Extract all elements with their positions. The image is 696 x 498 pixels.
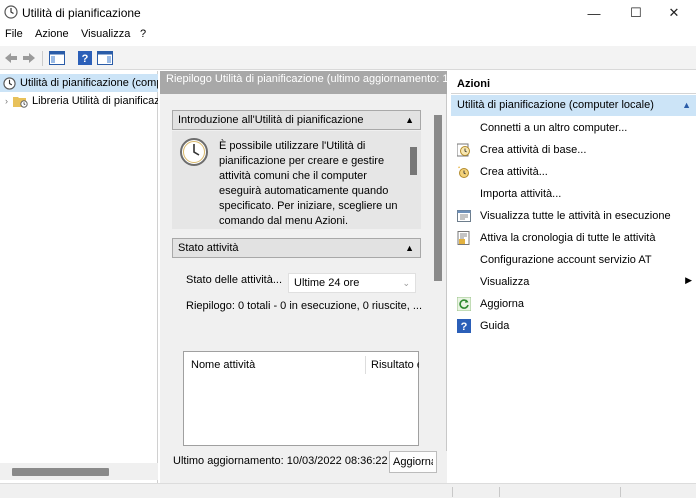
action-label: Connetti a un altro computer... (480, 122, 628, 134)
submenu-arrow-icon: ▶ (685, 275, 692, 285)
action-label: Attiva la cronologia di tutte le attivit… (480, 232, 656, 244)
action-label: Crea attività di base... (480, 144, 587, 156)
action-refresh[interactable]: Aggiorna (451, 293, 696, 315)
action-help[interactable]: ? Guida (451, 315, 696, 337)
action-view-running[interactable]: Visualizza tutte le attività in esecuzio… (451, 205, 696, 227)
summary-pane: Riepilogo Utilità di pianificazione (ult… (160, 71, 447, 483)
actions-group-label: Utilità di pianificazione (computer loca… (457, 99, 654, 111)
status-divider (620, 487, 621, 497)
state-summary: Riepilogo: 0 totali - 0 in esecuzione, 0… (186, 300, 423, 312)
column-divider[interactable] (365, 356, 366, 374)
summary-header: Riepilogo Utilità di pianificazione (ult… (160, 71, 447, 94)
tree-horizontal-scrollbar[interactable] (0, 463, 158, 480)
toolbar-separator (42, 51, 43, 66)
toolbar: ? (0, 46, 696, 70)
state-section-header[interactable]: Stato attività ▲ (172, 238, 421, 258)
state-filter-value: Ultime 24 ore (294, 277, 360, 289)
title-bar: Utilità di pianificazione — ☐ ✕ (0, 0, 696, 26)
show-hide-tree-icon[interactable] (48, 49, 66, 67)
help-icon: ? (456, 318, 472, 334)
tree-library-label: Libreria Utilità di pianificazione (32, 95, 158, 107)
minimize-button[interactable]: — (572, 0, 616, 26)
action-label: Visualizza (480, 276, 530, 288)
folder-clock-icon (13, 95, 28, 108)
action-label: Importa attività... (480, 188, 562, 200)
collapse-arrow-icon[interactable]: ▲ (405, 111, 414, 129)
menu-help[interactable]: ? (140, 28, 146, 40)
tree-item-library[interactable]: › Libreria Utilità di pianificazione (0, 92, 158, 110)
scrollbar-thumb[interactable] (12, 468, 109, 476)
tree-item-root[interactable]: Utilità di pianificazione (computer loca… (0, 74, 158, 92)
help-icon[interactable]: ? (76, 49, 94, 67)
action-connect[interactable]: Connetti a un altro computer... (451, 117, 696, 139)
status-divider (452, 487, 453, 497)
show-action-pane-icon[interactable] (96, 49, 114, 67)
action-import-task[interactable]: Importa attività... (451, 183, 696, 205)
summary-scroll-thumb[interactable] (434, 115, 442, 281)
summary-footer: Ultimo aggiornamento: 10/03/2022 08:36:2… (160, 451, 447, 483)
blank-icon (456, 274, 472, 290)
action-at-service-account[interactable]: Configurazione account servizio AT (451, 249, 696, 271)
menu-file[interactable]: File (5, 28, 23, 40)
intro-section-header[interactable]: Introduzione all'Utilità di pianificazio… (172, 110, 421, 130)
intro-section-title: Introduzione all'Utilità di pianificazio… (178, 114, 364, 126)
app-clock-icon (4, 5, 18, 22)
intro-section-body: È possibile utilizzare l'Utilità di pian… (172, 131, 421, 229)
svg-text:?: ? (82, 53, 89, 65)
menu-azione[interactable]: Azione (35, 28, 69, 40)
action-label: Crea attività... (480, 166, 548, 178)
svg-text:?: ? (461, 321, 468, 333)
expand-chevron-icon[interactable]: › (5, 96, 8, 106)
refresh-button[interactable]: Aggiorna (389, 451, 437, 473)
actions-title: Azioni (451, 71, 696, 94)
actions-group-header[interactable]: Utilità di pianificazione (computer loca… (451, 95, 696, 116)
back-arrow-icon[interactable] (2, 49, 20, 67)
intro-scroll-thumb[interactable] (410, 147, 417, 175)
collapse-arrow-icon[interactable]: ▲ (405, 239, 414, 257)
last-update-text: Ultimo aggiornamento: 10/03/2022 08:36:2… (173, 455, 388, 467)
state-filter-label: Stato delle attività... (186, 274, 282, 286)
tree-root-label: Utilità di pianificazione (computer loca… (20, 77, 158, 89)
chevron-down-icon: ⌄ (402, 278, 410, 288)
action-label: Visualizza tutte le attività in esecuzio… (480, 210, 671, 222)
new-task-icon (456, 164, 472, 180)
blank-icon (456, 252, 472, 268)
action-label: Guida (480, 320, 510, 332)
blank-icon (456, 120, 472, 136)
action-label: Configurazione account servizio AT (480, 254, 652, 266)
column-header-result[interactable]: Risultato esecuzione (371, 359, 419, 371)
task-status-grid[interactable]: Nome attività Risultato esecuzione (183, 351, 419, 446)
action-view-submenu[interactable]: Visualizza ▶ (451, 271, 696, 293)
console-tree: Utilità di pianificazione (computer loca… (0, 71, 158, 483)
action-label: Aggiorna (480, 298, 525, 310)
action-enable-history[interactable]: Attiva la cronologia di tutte le attivit… (451, 227, 696, 249)
clock-icon (3, 76, 16, 90)
history-icon (456, 230, 472, 246)
menu-bar: File Azione Visualizza ? (0, 28, 696, 46)
state-section-title: Stato attività (178, 242, 239, 254)
status-bar (0, 483, 696, 498)
action-create-task[interactable]: Crea attività... (451, 161, 696, 183)
intro-text: È possibile utilizzare l'Utilità di pian… (219, 140, 398, 227)
blank-icon (456, 186, 472, 202)
status-divider (499, 487, 500, 497)
forward-arrow-icon[interactable] (20, 49, 38, 67)
window-title: Utilità di pianificazione (22, 6, 141, 20)
close-button[interactable]: ✕ (652, 0, 696, 26)
actions-pane: Azioni Utilità di pianificazione (comput… (451, 71, 696, 483)
column-header-name[interactable]: Nome attività (191, 359, 255, 371)
collapse-arrow-icon[interactable]: ▲ (682, 95, 691, 116)
running-tasks-icon (456, 208, 472, 224)
action-create-basic-task[interactable]: Crea attività di base... (451, 139, 696, 161)
refresh-button-label: Aggiorna (393, 456, 433, 468)
state-filter-select[interactable]: Ultime 24 ore ⌄ (288, 273, 416, 293)
menu-visualizza[interactable]: Visualizza (81, 28, 130, 40)
scheduler-clock-icon (179, 137, 209, 170)
refresh-icon (456, 296, 472, 312)
clock-wizard-icon (456, 142, 472, 158)
